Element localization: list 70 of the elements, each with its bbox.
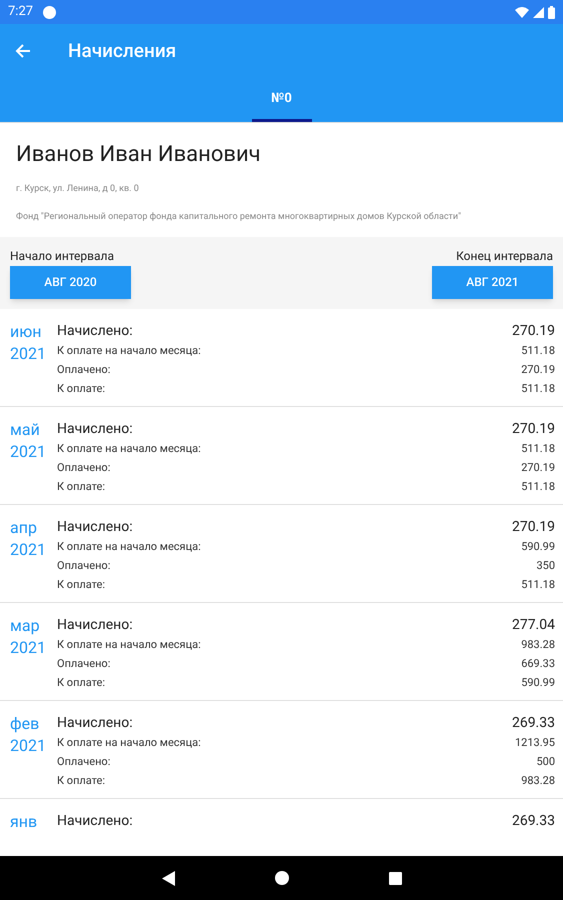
line-label: К оплате:: [57, 772, 106, 788]
back-arrow-icon: [15, 43, 31, 59]
month-text: апр: [10, 516, 38, 538]
line-label: К оплате:: [57, 576, 106, 592]
line-value: 269.33: [512, 812, 555, 830]
account-name: Иванов Иван Иванович: [16, 141, 262, 169]
line-value: 270.19: [512, 518, 555, 536]
line-value: 270.19: [512, 420, 555, 438]
line-value: 669.33: [521, 656, 555, 672]
line-label: Оплачено:: [57, 656, 110, 672]
line-value: 277.04: [512, 616, 555, 634]
month-text: мар: [10, 614, 41, 636]
line-value: 1213.95: [515, 734, 555, 750]
line-value: 511.18: [521, 440, 555, 456]
interval-label: Начало интервала: [10, 248, 114, 264]
status-time: 7:27: [8, 3, 34, 22]
line-value: 270.19: [512, 322, 555, 340]
line-value: 270.19: [521, 460, 555, 476]
line-value: 500: [536, 754, 555, 770]
line-label: К оплате на начало месяца:: [57, 440, 201, 456]
line-value: 511.18: [521, 342, 555, 358]
line-label: Оплачено:: [57, 558, 110, 574]
line-label: К оплате:: [57, 380, 106, 396]
screen-title: Начисления: [68, 38, 176, 64]
line-label: К оплате:: [57, 674, 106, 690]
address-text: г. Курск, ул. Ленина, д 0, кв. 0: [16, 183, 140, 196]
month-picker-button[interactable]: АВГ 2020: [10, 266, 131, 298]
recents-icon[interactable]: [388, 872, 402, 884]
year-text: 2021: [10, 636, 47, 658]
wifi-icon: [515, 6, 529, 18]
line-label: Оплачено:: [57, 754, 110, 770]
line-label: Начислено:: [57, 518, 133, 536]
month-picker-button[interactable]: АВГ 2021: [432, 266, 553, 298]
line-label: Начислено:: [57, 616, 133, 634]
year-text: 2021: [10, 734, 47, 756]
month-text: фев: [10, 712, 40, 734]
line-value: 269.33: [512, 714, 555, 732]
year-text: 2021: [10, 440, 47, 462]
line-label: Оплачено:: [57, 362, 110, 378]
line-value: 511.18: [521, 576, 555, 592]
notification-icon: [43, 6, 56, 18]
home-icon[interactable]: [274, 871, 288, 885]
year-text: 2021: [10, 538, 47, 560]
fund-text: Фонд "Региональный оператор фонда капитального ремонта многоквартирных домов Курской области": [16, 210, 462, 222]
line-value: 590.99: [521, 674, 555, 690]
line-label: К оплате на начало месяца:: [57, 538, 201, 554]
line-value: 511.18: [521, 478, 555, 494]
line-label: Начислено:: [57, 420, 133, 438]
line-value: 350: [536, 558, 555, 574]
line-label: К оплате на начало месяца:: [57, 342, 201, 358]
line-label: К оплате на начало месяца:: [57, 734, 201, 750]
line-label: К оплате:: [57, 478, 106, 494]
month-text: янв: [10, 810, 38, 832]
line-label: Начислено:: [57, 714, 133, 732]
interval-label: Конец интервала: [456, 248, 553, 264]
line-label: Оплачено:: [57, 460, 110, 476]
year-text: 2021: [10, 342, 47, 364]
line-label: Начислено:: [57, 812, 133, 830]
line-value: 270.19: [521, 362, 555, 378]
line-value: 983.28: [521, 772, 555, 788]
line-value: 590.99: [521, 538, 555, 554]
month-text: июн: [10, 320, 43, 342]
month-text: май: [10, 418, 41, 440]
battery-icon: [548, 6, 555, 18]
back-icon[interactable]: [162, 870, 174, 886]
line-value: 983.28: [521, 636, 555, 652]
line-value: 511.18: [521, 380, 555, 396]
line-label: К оплате на начало месяца:: [57, 636, 201, 652]
signal-icon: [533, 6, 544, 18]
line-label: Начислено:: [57, 322, 133, 340]
